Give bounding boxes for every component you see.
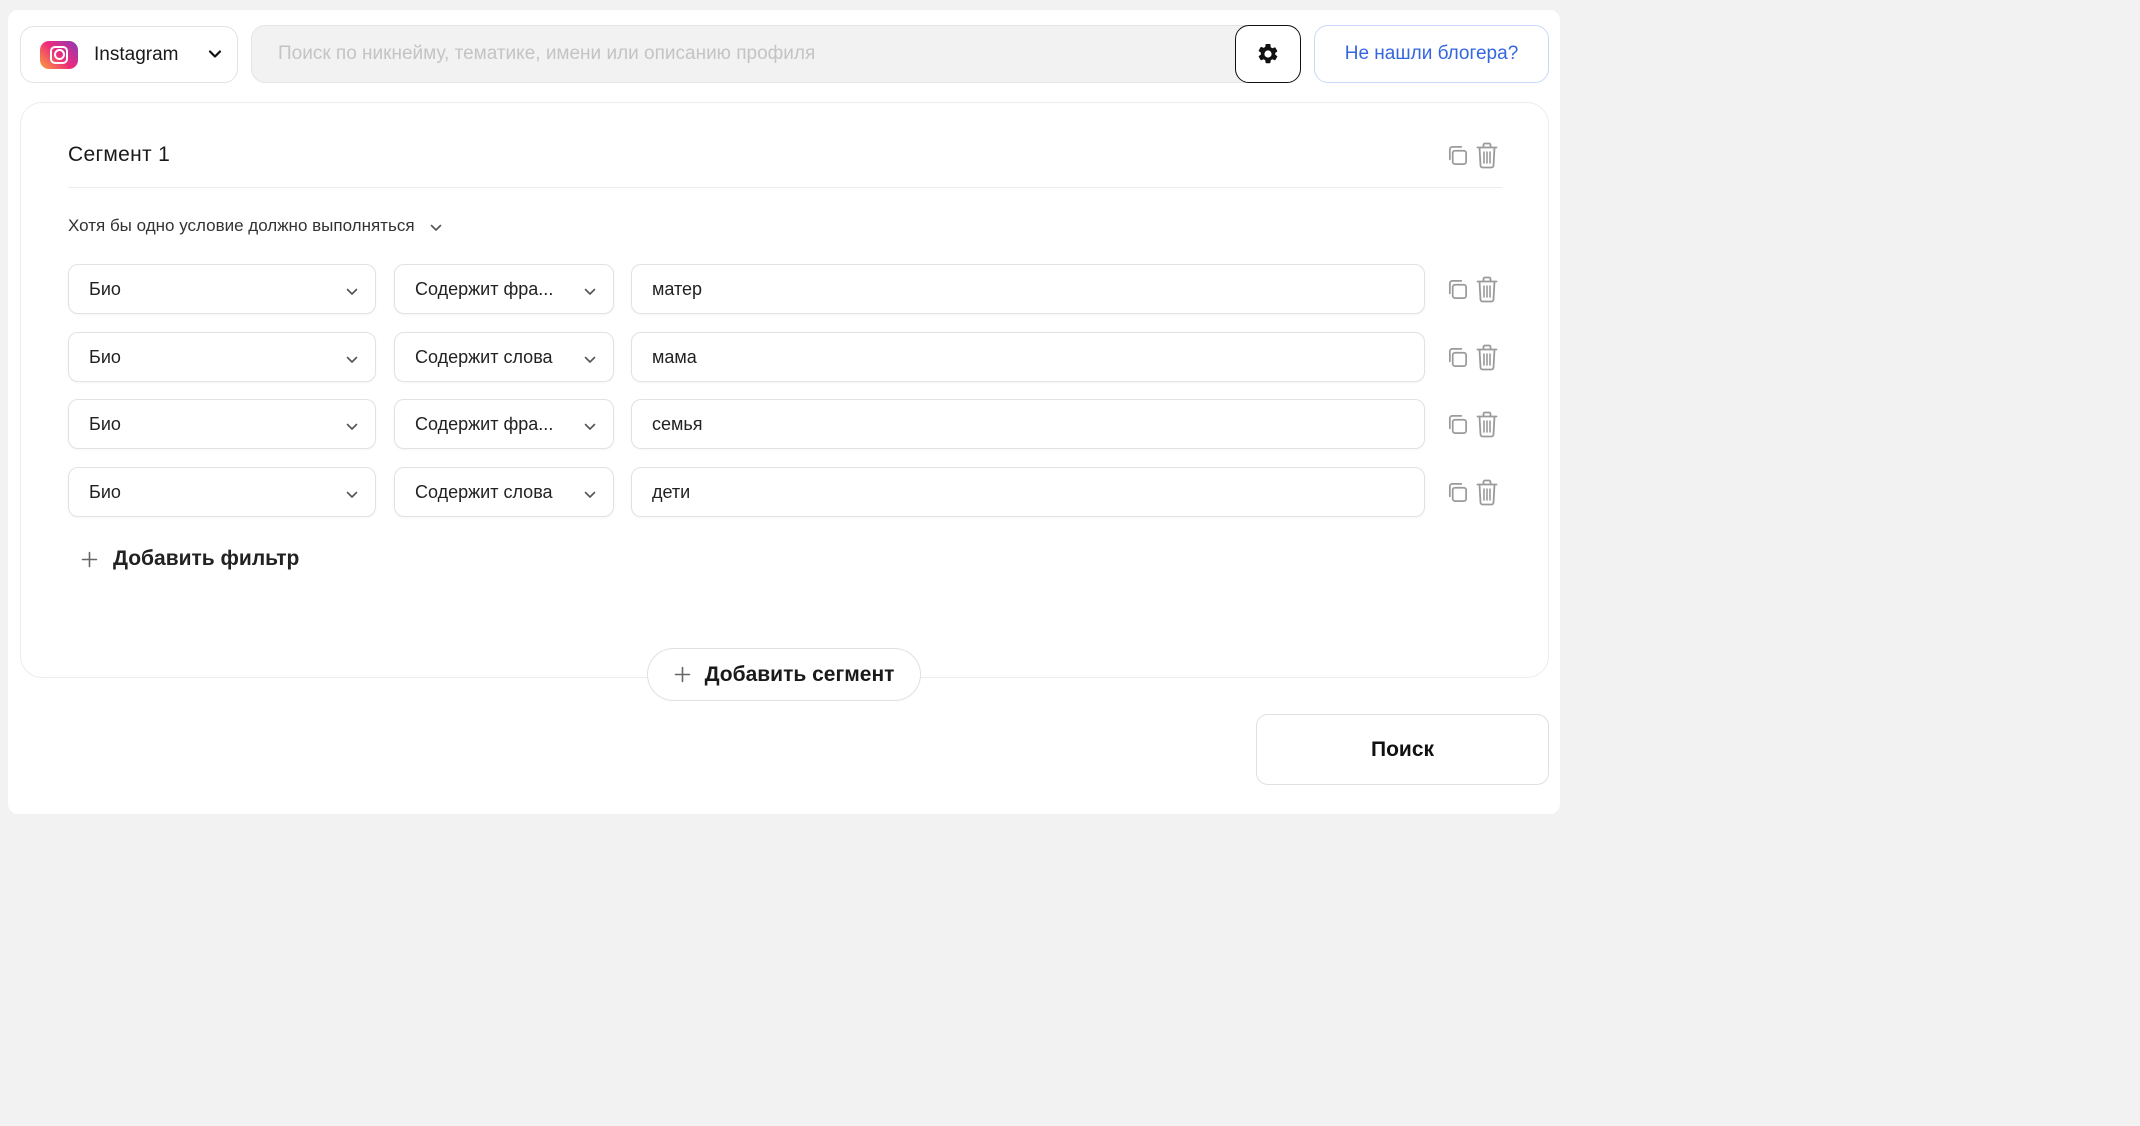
filter-value-input[interactable] — [631, 332, 1425, 382]
copy-filter-button[interactable] — [1445, 478, 1469, 506]
search-button[interactable]: Поиск — [1256, 714, 1549, 785]
segment-actions — [1445, 141, 1499, 169]
segment-divider — [68, 187, 1502, 188]
trash-icon — [1476, 479, 1498, 505]
trash-icon — [1476, 142, 1498, 168]
copy-segment-button[interactable] — [1445, 141, 1469, 169]
instagram-icon — [40, 40, 78, 69]
copy-filter-button[interactable] — [1445, 410, 1469, 438]
chevron-down-icon — [346, 423, 358, 430]
platform-select[interactable]: Instagram — [20, 26, 238, 83]
gear-icon — [1258, 43, 1278, 64]
search-input[interactable] — [252, 26, 1237, 82]
add-filter-button[interactable]: Добавить фильтр — [81, 547, 299, 571]
trash-icon — [1476, 276, 1498, 302]
search-box — [251, 25, 1301, 83]
chevron-down-icon — [346, 491, 358, 498]
trash-icon — [1476, 344, 1498, 370]
filter-row: Био Содержит слова — [68, 467, 1502, 517]
chevron-down-icon — [584, 491, 596, 498]
filter-value-input[interactable] — [631, 467, 1425, 517]
filter-row-actions — [1445, 478, 1499, 506]
filter-value-input[interactable] — [631, 399, 1425, 449]
platform-label: Instagram — [94, 43, 179, 65]
condition-mode-select[interactable]: Хотя бы одно условие должно выполняться — [68, 216, 443, 236]
chevron-down-icon — [346, 356, 358, 363]
plus-icon — [674, 666, 690, 683]
delete-filter-button[interactable] — [1475, 343, 1499, 371]
copy-icon — [1448, 279, 1467, 299]
delete-filter-button[interactable] — [1475, 275, 1499, 303]
chevron-down-icon — [584, 423, 596, 430]
delete-filter-button[interactable] — [1475, 410, 1499, 438]
filter-operator-select[interactable]: Содержит слова — [394, 332, 614, 382]
filter-row: Био Содержит слова — [68, 332, 1502, 382]
copy-icon — [1448, 145, 1467, 165]
filter-row-actions — [1445, 410, 1499, 438]
filter-field-select[interactable]: Био — [68, 467, 376, 517]
copy-icon — [1448, 347, 1467, 367]
filter-row: Био Содержит фра... — [68, 264, 1502, 314]
filter-field-select[interactable]: Био — [68, 332, 376, 382]
add-segment-label: Добавить сегмент — [704, 662, 895, 686]
filter-operator-select[interactable]: Содержит фра... — [394, 264, 614, 314]
settings-button[interactable] — [1235, 25, 1301, 83]
chevron-down-icon — [584, 288, 596, 295]
copy-icon — [1448, 482, 1467, 502]
copy-icon — [1448, 414, 1467, 434]
segment-card: Сегмент 1 Хотя бы одно условие должно вы… — [20, 102, 1549, 678]
chevron-down-icon — [346, 288, 358, 295]
trash-icon — [1476, 411, 1498, 437]
delete-filter-button[interactable] — [1475, 478, 1499, 506]
filter-operator-select[interactable]: Содержит слова — [394, 467, 614, 517]
copy-filter-button[interactable] — [1445, 343, 1469, 371]
plus-icon — [81, 551, 98, 567]
copy-filter-button[interactable] — [1445, 275, 1469, 303]
filter-field-select[interactable]: Био — [68, 399, 376, 449]
condition-mode-label: Хотя бы одно условие должно выполняться — [68, 216, 415, 235]
filter-value-input[interactable] — [631, 264, 1425, 314]
filter-operator-label: Содержит слова — [415, 481, 553, 502]
filter-operator-label: Содержит фра... — [415, 413, 554, 434]
filter-field-label: Био — [89, 481, 121, 502]
filter-operator-select[interactable]: Содержит фра... — [394, 399, 614, 449]
filter-field-select[interactable]: Био — [68, 264, 376, 314]
add-segment-button[interactable]: Добавить сегмент — [647, 648, 921, 701]
chevron-down-icon — [584, 356, 596, 363]
filter-field-label: Био — [89, 278, 121, 299]
segment-title: Сегмент 1 — [68, 143, 171, 166]
filter-row-actions — [1445, 343, 1499, 371]
delete-segment-button[interactable] — [1475, 141, 1499, 169]
filter-field-label: Био — [89, 346, 121, 367]
filter-row-actions — [1445, 275, 1499, 303]
filter-row: Био Содержит фра... — [68, 399, 1502, 449]
filter-operator-label: Содержит слова — [415, 346, 553, 367]
filter-operator-label: Содержит фра... — [415, 278, 554, 299]
chevron-down-icon — [430, 224, 441, 231]
not-found-blogger-button[interactable]: Не нашли блогера? — [1314, 25, 1549, 83]
add-filter-label: Добавить фильтр — [113, 547, 300, 570]
filter-field-label: Био — [89, 413, 121, 434]
chevron-down-icon — [208, 50, 222, 58]
